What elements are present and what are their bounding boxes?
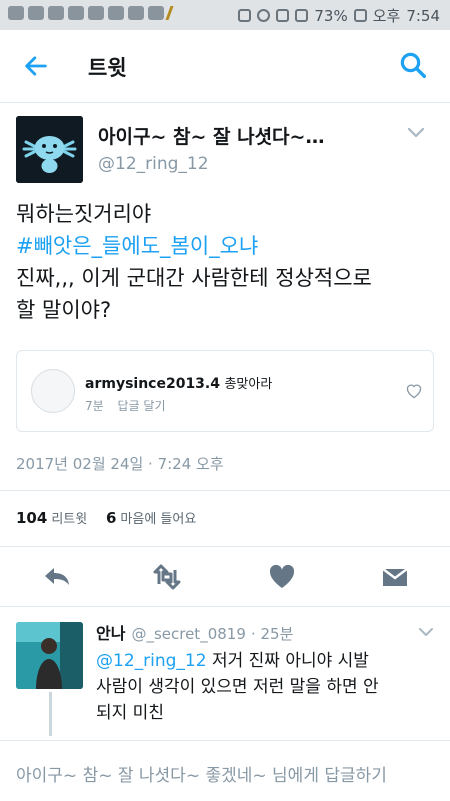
quoted-reply-card[interactable]: armysince2013.4 총맞아라 7분 답글 달기 [16,350,434,432]
quoted-time: 7분 [85,399,104,413]
signal-icon [295,9,309,22]
reply-link[interactable]: 답글 달기 [118,399,166,413]
quoted-meta: 7분 답글 달기 [85,397,166,414]
page-title: 트윗 [88,56,127,80]
direct-message-icon[interactable] [380,564,410,590]
reply-author-name[interactable]: 안나 [96,624,125,643]
reply-tweet[interactable]: 안나 @_secret_0819 · 25분 @12_ring_12 저거 진짜 … [0,612,450,740]
quoted-user: armysince2013.4 총맞아라 [85,373,272,392]
reply-header: 안나 @_secret_0819 · 25분 [96,620,293,644]
tweet-line: 진짜,,, 이게 군대간 사람한테 정상적으로 [16,266,372,290]
tweet-text: 뭐하는짓거리야 #빼앗은_들에도_봄이_오냐 진짜,,, 이게 군대간 사람한테… [16,198,436,326]
like-label[interactable]: 마음에 들어요 [120,512,196,527]
chat-icon [8,6,24,20]
reply-line-text: 저거 진짜 아니야 시발 [206,651,369,671]
action-bar [0,556,450,600]
wifi-icon [276,9,290,22]
heart-icon[interactable] [267,564,297,590]
tweet-line: 뭐하는짓거리야 [16,202,152,226]
thread-line [49,692,52,736]
reply-time: · 25분 [250,625,294,643]
app-bar: 트윗 [0,30,450,103]
mute-icon [238,9,252,22]
system-icons: 73% 오후 7:54 [238,5,440,26]
retweet-icon[interactable] [152,564,182,590]
author-avatar[interactable] [16,116,83,183]
tweet-stats: 104 리트윗 6 마음에 들어요 [16,508,210,527]
app-icon [68,6,84,20]
app-icon [148,6,164,20]
quoted-avatar[interactable] [31,369,75,413]
status-bar: 73% 오후 7:54 [0,0,450,30]
reply-input-placeholder[interactable]: 아이구~ 참~ 잘 나셧다~ 좋겠네~ 님에게 답글하기 [16,761,387,786]
app-icon [48,6,64,20]
status-ampm: 오후 [372,7,401,25]
quoted-username[interactable]: armysince2013.4 [85,376,220,392]
app-icon [88,6,104,20]
chevron-down-icon[interactable] [418,626,434,638]
mention-link[interactable]: @12_ring_12 [96,651,207,671]
divider [0,606,450,607]
retweet-count[interactable]: 104 [16,509,47,527]
alarm-icon [257,9,271,22]
hashtag-link[interactable]: #빼앗은_들에도_봄이_오냐 [16,230,436,262]
person-photo-image [16,622,83,689]
reply-author-handle[interactable]: @_secret_0819 [131,625,245,643]
reply-avatar[interactable] [16,622,83,689]
reply-icon[interactable] [42,564,72,590]
reply-composer[interactable]: 아이구~ 참~ 잘 나셧다~ 좋겠네~ 님에게 답글하기 [0,740,450,801]
tweet-timestamp: 2017년 02월 24일 · 7:24 오후 [16,455,224,473]
app-icon [108,6,124,20]
pen-icon [165,6,184,20]
divider [0,490,450,491]
search-icon[interactable] [398,50,428,80]
back-arrow-icon[interactable] [22,52,50,80]
battery-percent: 73% [314,6,348,25]
retweet-label[interactable]: 리트윗 [51,512,87,527]
tweet-line: 할 말이야? [16,298,112,322]
reply-line: @12_ring_12 저거 진짜 아니야 시발 [96,648,436,674]
axolotl-avatar-image [16,116,83,183]
chevron-down-icon[interactable] [406,126,426,140]
heart-icon[interactable] [405,383,423,399]
status-time: 7:54 [406,6,440,25]
app-icon [28,6,44,20]
app-icon [128,6,144,20]
quoted-text: 총맞아라 [224,377,273,392]
reply-line: 되지 미친 [96,703,164,723]
notification-icons [8,6,184,20]
reply-line: 사람이 생각이 있으면 저런 말을 하면 안 [96,677,379,697]
author-name[interactable]: 아이구~ 참~ 잘 나셧다~… [98,122,324,149]
author-handle[interactable]: @12_ring_12 [98,154,209,174]
reply-text: @12_ring_12 저거 진짜 아니야 시발 사람이 생각이 있으면 저런 … [96,648,436,726]
like-count[interactable]: 6 [106,509,116,527]
battery-icon [353,9,367,22]
divider [0,546,450,547]
